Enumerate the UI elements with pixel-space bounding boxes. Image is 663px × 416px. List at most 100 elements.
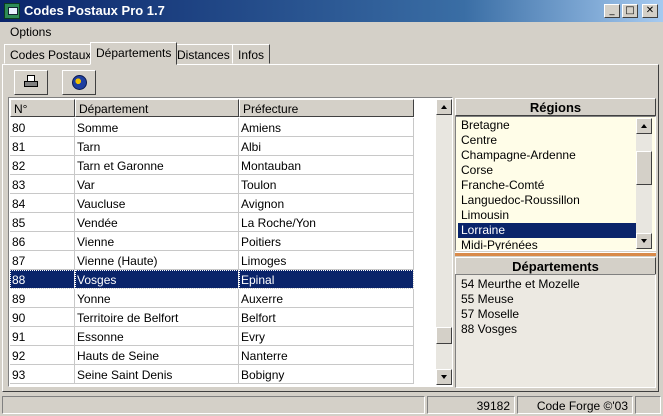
app-icon[interactable] bbox=[4, 3, 20, 19]
window-title: Codes Postaux Pro 1.7 bbox=[24, 3, 165, 18]
table-cell-num: 89 bbox=[10, 289, 75, 308]
table-row[interactable]: 91 Essonne Evry bbox=[10, 327, 414, 346]
table-cell-num: 93 bbox=[10, 365, 75, 384]
regions-scroll-thumb[interactable] bbox=[636, 151, 652, 185]
table-cell-num: 88 bbox=[10, 270, 75, 289]
tab-departements[interactable]: Départements bbox=[90, 42, 178, 65]
table-cell-dept: Vaucluse bbox=[75, 194, 239, 213]
table-row[interactable]: 90 Territoire de Belfort Belfort bbox=[10, 308, 414, 327]
table-row[interactable]: 84 Vaucluse Avignon bbox=[10, 194, 414, 213]
table-row[interactable]: 86 Vienne Poitiers bbox=[10, 232, 414, 251]
region-item[interactable]: Lorraine bbox=[458, 223, 638, 238]
table-cell-dept: Tarn bbox=[75, 137, 239, 156]
departement-item[interactable]: 88 Vosges bbox=[461, 322, 517, 337]
status-count: 39182 bbox=[427, 396, 515, 414]
tab-infos[interactable]: Infos bbox=[232, 44, 271, 64]
column-header-numero[interactable]: N° bbox=[10, 99, 75, 117]
scroll-up-button[interactable] bbox=[436, 99, 452, 115]
table-cell-dept: Vendée bbox=[75, 213, 239, 232]
table-cell-dept: Vienne bbox=[75, 232, 239, 251]
table-cell-num: 90 bbox=[10, 308, 75, 327]
region-item[interactable]: Champagne-Ardenne bbox=[458, 148, 638, 163]
table-cell-num: 92 bbox=[10, 346, 75, 365]
table-cell-pref: Belfort bbox=[239, 308, 414, 327]
table-scrollbar[interactable] bbox=[436, 99, 452, 385]
arrow-up-icon bbox=[641, 124, 647, 128]
table-row[interactable]: 85 Vendée La Roche/Yon bbox=[10, 213, 414, 232]
tab-codes-postaux[interactable]: Codes Postaux bbox=[4, 44, 98, 64]
regions-header: Régions bbox=[455, 98, 656, 116]
table-row[interactable]: 87 Vienne (Haute) Limoges bbox=[10, 251, 414, 270]
table-cell-dept: Yonne bbox=[75, 289, 239, 308]
departements-header: Départements bbox=[455, 257, 656, 275]
arrow-down-icon bbox=[641, 239, 647, 243]
table-cell-pref: La Roche/Yon bbox=[239, 213, 414, 232]
table-cell-num: 83 bbox=[10, 175, 75, 194]
region-item[interactable]: Corse bbox=[458, 163, 638, 178]
table-cell-dept: Somme bbox=[75, 118, 239, 137]
status-panel-end bbox=[635, 396, 661, 414]
table-cell-pref: Amiens bbox=[239, 118, 414, 137]
column-header-departement[interactable]: Département bbox=[75, 99, 239, 117]
table-cell-num: 84 bbox=[10, 194, 75, 213]
menu-bar: Options bbox=[0, 22, 663, 41]
web-button[interactable] bbox=[62, 70, 96, 95]
table-cell-dept: Tarn et Garonne bbox=[75, 156, 239, 175]
table-cell-num: 80 bbox=[10, 118, 75, 137]
regions-scroll-down[interactable] bbox=[636, 233, 652, 249]
title-bar[interactable]: Codes Postaux Pro 1.7 _ □ ✕ bbox=[0, 0, 663, 22]
region-item[interactable]: Franche-Comté bbox=[458, 178, 638, 193]
table-row[interactable]: 92 Hauts de Seine Nanterre bbox=[10, 346, 414, 365]
table-row[interactable]: 89 Yonne Auxerre bbox=[10, 289, 414, 308]
maximize-button[interactable]: □ bbox=[622, 4, 638, 18]
table-cell-dept: Seine Saint Denis bbox=[75, 365, 239, 384]
globe-icon bbox=[72, 75, 87, 90]
table-row[interactable]: 80 Somme Amiens bbox=[10, 118, 414, 137]
table-cell-num: 85 bbox=[10, 213, 75, 232]
regions-scrollbar[interactable] bbox=[636, 118, 652, 249]
departement-item[interactable]: 55 Meuse bbox=[461, 292, 514, 307]
region-item[interactable]: Limousin bbox=[458, 208, 638, 223]
minimize-button[interactable]: _ bbox=[604, 4, 620, 18]
departement-item[interactable]: 54 Meurthe et Mozelle bbox=[461, 277, 580, 292]
table-cell-pref: Toulon bbox=[239, 175, 414, 194]
table-cell-pref: Avignon bbox=[239, 194, 414, 213]
table-cell-pref: Auxerre bbox=[239, 289, 414, 308]
panel-splitter[interactable] bbox=[455, 252, 656, 256]
scroll-down-button[interactable] bbox=[436, 369, 452, 385]
regions-list[interactable]: Bretagne Centre Champagne-Ardenne Corse Fran… bbox=[455, 116, 656, 251]
table-cell-pref: Limoges bbox=[239, 251, 414, 270]
table-cell-num: 91 bbox=[10, 327, 75, 346]
table-cell-pref: Albi bbox=[239, 137, 414, 156]
table-body: 80 Somme Amiens 81 Tarn Albi 82 Tarn et Garonne… bbox=[10, 118, 435, 384]
table-cell-dept: Vienne (Haute) bbox=[75, 251, 239, 270]
print-button[interactable] bbox=[14, 70, 48, 95]
region-item[interactable]: Bretagne bbox=[458, 118, 638, 133]
table-cell-dept: Essonne bbox=[75, 327, 239, 346]
status-bar: 39182 Code Forge ©'03 bbox=[0, 394, 663, 416]
arrow-down-icon bbox=[441, 375, 447, 379]
status-panel-main bbox=[2, 396, 425, 414]
table-header: N° Département Préfecture bbox=[10, 99, 435, 117]
column-header-prefecture[interactable]: Préfecture bbox=[239, 99, 414, 117]
region-item[interactable]: Centre bbox=[458, 133, 638, 148]
region-item[interactable]: Midi-Pyrénées bbox=[458, 238, 638, 250]
departements-list[interactable]: 54 Meurthe et Mozelle 55 Meuse 57 Moselle 8… bbox=[455, 274, 656, 388]
table-cell-num: 82 bbox=[10, 156, 75, 175]
regions-scroll-up[interactable] bbox=[636, 118, 652, 134]
table-row[interactable]: 88 Vosges Epinal bbox=[10, 270, 414, 289]
departements-table: N° Département Préfecture 80 Somme Amiens 8… bbox=[8, 97, 453, 387]
table-row[interactable]: 82 Tarn et Garonne Montauban bbox=[10, 156, 414, 175]
table-cell-num: 86 bbox=[10, 232, 75, 251]
table-row[interactable]: 93 Seine Saint Denis Bobigny bbox=[10, 365, 414, 384]
table-row[interactable]: 81 Tarn Albi bbox=[10, 137, 414, 156]
close-button[interactable]: ✕ bbox=[642, 4, 658, 18]
tab-distances[interactable]: Distances bbox=[171, 44, 236, 64]
scroll-thumb[interactable] bbox=[436, 327, 452, 344]
menu-options[interactable]: Options bbox=[10, 25, 51, 39]
table-row[interactable]: 83 Var Toulon bbox=[10, 175, 414, 194]
region-item[interactable]: Languedoc-Roussillon bbox=[458, 193, 638, 208]
table-cell-dept: Territoire de Belfort bbox=[75, 308, 239, 327]
printer-icon bbox=[24, 75, 38, 89]
departement-item[interactable]: 57 Moselle bbox=[461, 307, 519, 322]
